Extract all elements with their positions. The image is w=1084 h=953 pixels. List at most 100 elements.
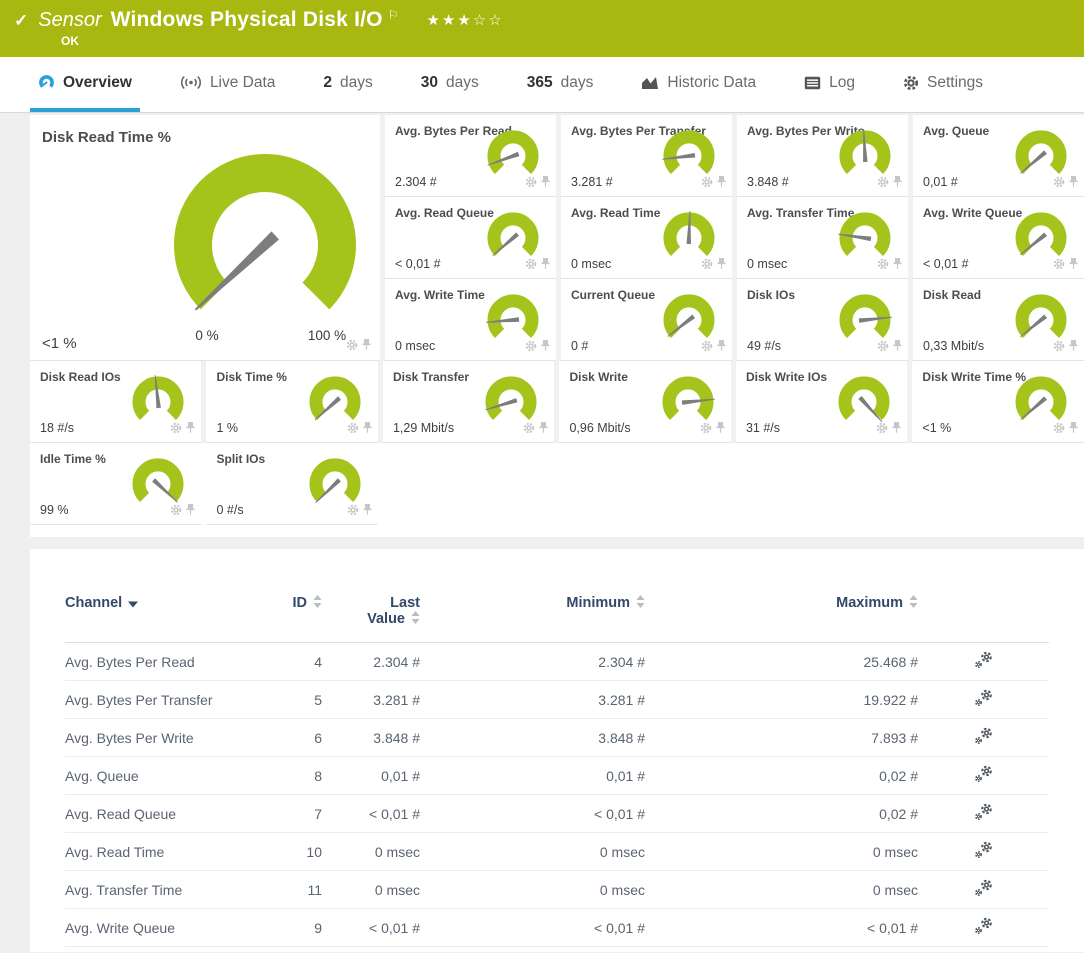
- channel-settings-button[interactable]: [974, 841, 994, 862]
- tab-log[interactable]: Log: [796, 57, 863, 112]
- gauge-tile-avg-transfer-time[interactable]: Avg. Transfer Time 0 msec: [737, 197, 908, 279]
- tab-30-days[interactable]: 30days: [413, 57, 487, 112]
- gauge-value: 0,33 Mbit/s: [923, 339, 984, 353]
- gauge-settings-gear-icon[interactable]: [1053, 421, 1065, 439]
- gauge-tile-disk-read[interactable]: Disk Read 0,33 Mbit/s: [913, 279, 1084, 361]
- pin-icon[interactable]: [892, 175, 903, 193]
- gauge-tile-avg-write-time[interactable]: Avg. Write Time 0 msec: [385, 279, 556, 361]
- pin-icon[interactable]: [185, 421, 196, 439]
- pin-icon[interactable]: [185, 503, 196, 521]
- gauge-title: Disk Write Time %: [922, 370, 1026, 384]
- channel-id-cell: 5: [265, 681, 322, 719]
- pin-icon[interactable]: [362, 503, 373, 521]
- pin-icon[interactable]: [716, 339, 727, 357]
- gauge-tile-avg-read-time[interactable]: Avg. Read Time 0 msec: [561, 197, 732, 279]
- tab-bar: Overview Live Data 2days 30days 365days His…: [0, 57, 1084, 113]
- gauge-tile-disk-transfer[interactable]: Disk Transfer 1,29 Mbit/s: [383, 361, 554, 443]
- channel-name-cell: Avg. Queue: [65, 757, 265, 795]
- pin-icon[interactable]: [538, 421, 549, 439]
- gauge-settings-gear-icon[interactable]: [701, 339, 713, 357]
- gauge-tile-disk-time[interactable]: Disk Time % 1 %: [206, 361, 377, 443]
- tab-365-days[interactable]: 365days: [519, 57, 602, 112]
- pin-icon[interactable]: [540, 339, 551, 357]
- tab-2-days[interactable]: 2days: [315, 57, 380, 112]
- gauge-settings-gear-icon[interactable]: [701, 257, 713, 275]
- gauge-settings-gear-icon[interactable]: [1053, 339, 1065, 357]
- pin-icon[interactable]: [716, 175, 727, 193]
- gauge-tile-actions: [701, 175, 727, 193]
- gauge-settings-gear-icon[interactable]: [1053, 175, 1065, 193]
- gauge-settings-gear-icon[interactable]: [877, 175, 889, 193]
- channel-settings-button[interactable]: [974, 727, 994, 748]
- gauge-tile-idle-time[interactable]: Idle Time % 99 %: [30, 443, 201, 525]
- gauge-settings-gear-icon[interactable]: [346, 338, 358, 356]
- gauge-tile-avg-bytes-per-read[interactable]: Avg. Bytes Per Read 2.304 #: [385, 115, 556, 197]
- minimum-cell: 3.848 #: [420, 719, 645, 757]
- tab-label: Historic Data: [667, 74, 756, 92]
- pin-icon[interactable]: [1068, 175, 1079, 193]
- gauge-settings-gear-icon[interactable]: [523, 421, 535, 439]
- gauge-tile-disk-write-ios[interactable]: Disk Write IOs 31 #/s: [736, 361, 907, 443]
- gauge-settings-gear-icon[interactable]: [700, 421, 712, 439]
- gauge-title: Disk Read Time %: [42, 129, 171, 146]
- gauge-settings-gear-icon[interactable]: [525, 339, 537, 357]
- minimum-cell: < 0,01 #: [420, 795, 645, 833]
- gauge-settings-gear-icon[interactable]: [876, 421, 888, 439]
- column-header-id[interactable]: ID: [265, 595, 322, 643]
- channel-settings-button[interactable]: [974, 689, 994, 710]
- gauge-tile-split-ios[interactable]: Split IOs 0 #/s: [206, 443, 377, 525]
- tab-live-data[interactable]: Live Data: [172, 57, 283, 112]
- pin-icon[interactable]: [540, 257, 551, 275]
- pin-icon[interactable]: [1068, 257, 1079, 275]
- gauge-tile-disk-read-time[interactable]: Disk Read Time % 0 % 100 % <1 %: [30, 115, 380, 361]
- tab-settings[interactable]: Settings: [895, 57, 991, 112]
- pin-icon[interactable]: [892, 339, 903, 357]
- pin-icon[interactable]: [892, 257, 903, 275]
- pin-icon[interactable]: [1068, 339, 1079, 357]
- channel-settings-button[interactable]: [974, 765, 994, 786]
- pin-icon[interactable]: [715, 421, 726, 439]
- channel-settings-button[interactable]: [974, 879, 994, 900]
- flag-icon[interactable]: ⚐: [388, 8, 399, 22]
- gauge-tile-disk-write[interactable]: Disk Write 0,96 Mbit/s: [559, 361, 730, 443]
- gauge-tile-avg-write-queue[interactable]: Avg. Write Queue < 0,01 #: [913, 197, 1084, 279]
- gauge-settings-gear-icon[interactable]: [525, 257, 537, 275]
- log-icon: [804, 76, 821, 90]
- priority-star-rating[interactable]: ★★★☆☆: [426, 11, 503, 29]
- gauge-settings-gear-icon[interactable]: [877, 339, 889, 357]
- pin-icon[interactable]: [361, 338, 372, 356]
- gauge-tile-avg-queue[interactable]: Avg. Queue 0,01 #: [913, 115, 1084, 197]
- last-value-cell: < 0,01 #: [322, 795, 420, 833]
- pin-icon[interactable]: [540, 175, 551, 193]
- gauge-settings-gear-icon[interactable]: [1053, 257, 1065, 275]
- gauge-tile-current-queue[interactable]: Current Queue 0 #: [561, 279, 732, 361]
- gauge-value: 1,29 Mbit/s: [393, 421, 454, 435]
- gauge-tile-avg-bytes-per-transfer[interactable]: Avg. Bytes Per Transfer 3.281 #: [561, 115, 732, 197]
- gauge-settings-gear-icon[interactable]: [525, 175, 537, 193]
- pin-icon[interactable]: [716, 257, 727, 275]
- channel-settings-button[interactable]: [974, 803, 994, 824]
- pin-icon[interactable]: [891, 421, 902, 439]
- channel-settings-button[interactable]: [974, 651, 994, 672]
- gauge-settings-gear-icon[interactable]: [347, 421, 359, 439]
- column-header-last-value[interactable]: LastValue: [322, 595, 420, 643]
- tab-historic-data[interactable]: Historic Data: [633, 57, 764, 112]
- gauge-tile-disk-write-time[interactable]: Disk Write Time % <1 %: [912, 361, 1083, 443]
- gauge-settings-gear-icon[interactable]: [347, 503, 359, 521]
- column-header-minimum[interactable]: Minimum: [420, 595, 645, 643]
- gauge-tile-disk-ios[interactable]: Disk IOs 49 #/s: [737, 279, 908, 361]
- column-header-channel[interactable]: Channel: [65, 595, 265, 643]
- gauge-settings-gear-icon[interactable]: [701, 175, 713, 193]
- tab-overview[interactable]: Overview: [30, 57, 140, 112]
- gauge-settings-gear-icon[interactable]: [170, 503, 182, 521]
- pin-icon[interactable]: [1068, 421, 1079, 439]
- pin-icon[interactable]: [362, 421, 373, 439]
- gauge-value: 0 msec: [571, 257, 611, 271]
- gauge-tile-avg-bytes-per-write[interactable]: Avg. Bytes Per Write 3.848 #: [737, 115, 908, 197]
- gauge-tile-avg-read-queue[interactable]: Avg. Read Queue < 0,01 #: [385, 197, 556, 279]
- gauge-settings-gear-icon[interactable]: [170, 421, 182, 439]
- gauge-settings-gear-icon[interactable]: [877, 257, 889, 275]
- channel-settings-button[interactable]: [974, 917, 994, 938]
- gauge-tile-disk-read-ios[interactable]: Disk Read IOs 18 #/s: [30, 361, 201, 443]
- column-header-maximum[interactable]: Maximum: [645, 595, 918, 643]
